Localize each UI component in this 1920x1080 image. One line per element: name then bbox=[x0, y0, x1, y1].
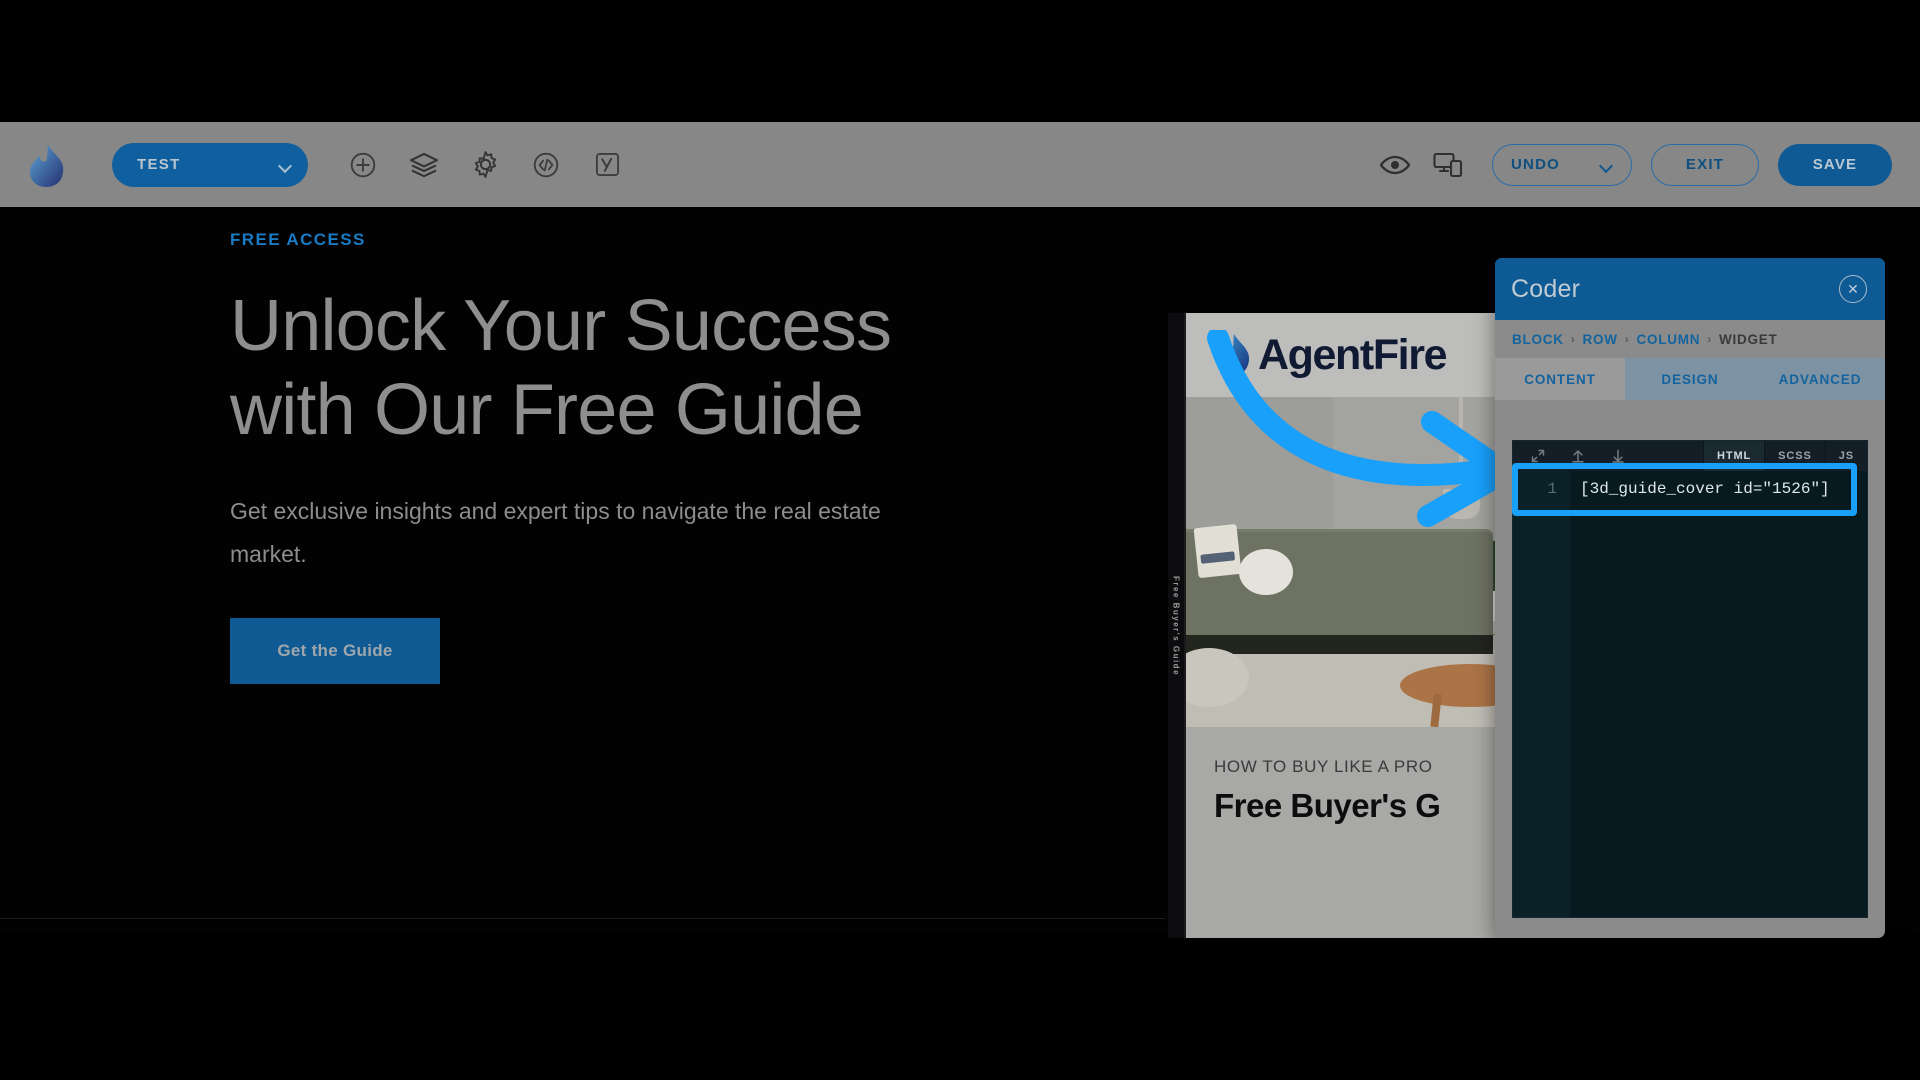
arrow-up-icon[interactable] bbox=[1571, 449, 1585, 463]
breadcrumb: BLOCK › ROW › COLUMN › WIDGET bbox=[1495, 320, 1885, 358]
layers-icon[interactable] bbox=[409, 150, 439, 180]
editor-toolbar: TEST UNDO EXIT SAVE bbox=[0, 122, 1920, 207]
book-brand-name: AgentFire bbox=[1258, 330, 1447, 379]
book-kicker: HOW TO BUY LIKE A PRO bbox=[1214, 757, 1433, 776]
code-editor-body[interactable]: 1 [3d_guide_cover id="1526"] bbox=[1513, 471, 1867, 917]
book-cover-photo bbox=[1186, 397, 1520, 727]
agentfire-logo[interactable] bbox=[27, 143, 67, 187]
tab-advanced[interactable]: ADVANCED bbox=[1755, 358, 1885, 400]
site-selector-dropdown[interactable]: TEST bbox=[112, 142, 308, 187]
hero-heading-line-2: with Our Free Guide bbox=[230, 370, 864, 451]
hero-body-text: Get exclusive insights and expert tips t… bbox=[230, 498, 881, 568]
code-line[interactable]: [3d_guide_cover id="1526"] bbox=[1570, 471, 1867, 917]
book-spine: Free Buyer's Guide bbox=[1168, 313, 1186, 938]
book-footer-text: HOW TO BUY LIKE A PRO Free Buyer's G bbox=[1186, 727, 1520, 825]
save-button[interactable]: SAVE bbox=[1778, 143, 1892, 186]
site-selector-label: TEST bbox=[137, 156, 181, 173]
undo-label: UNDO bbox=[1511, 156, 1560, 173]
code-editor[interactable]: HTML SCSS JS 1 [3d_guide_cover id="1526"… bbox=[1512, 440, 1868, 918]
lang-tab-html[interactable]: HTML bbox=[1703, 441, 1765, 471]
chevron-down-icon[interactable] bbox=[1600, 161, 1613, 169]
section-divider bbox=[0, 918, 1165, 919]
breadcrumb-item-column[interactable]: COLUMN bbox=[1637, 332, 1701, 347]
breadcrumb-item-block[interactable]: BLOCK bbox=[1512, 332, 1564, 347]
chevron-down-icon bbox=[279, 161, 292, 169]
code-icon[interactable] bbox=[531, 150, 561, 180]
preview-eye-icon[interactable] bbox=[1378, 150, 1412, 180]
toolbar-right-group: UNDO EXIT SAVE bbox=[1378, 143, 1892, 186]
coder-panel[interactable]: Coder ✕ BLOCK › ROW › COLUMN › WIDGET CO… bbox=[1495, 258, 1885, 938]
tab-design[interactable]: DESIGN bbox=[1625, 358, 1755, 400]
breadcrumb-separator: › bbox=[1570, 332, 1576, 346]
yoast-seo-icon[interactable] bbox=[592, 150, 622, 180]
guide-cover-preview[interactable]: Free Buyer's Guide AgentFire HOW TO BUY … bbox=[1168, 313, 1520, 938]
code-editor-tools bbox=[1513, 449, 1703, 463]
lang-tab-js[interactable]: JS bbox=[1824, 441, 1867, 471]
tab-content[interactable]: CONTENT bbox=[1495, 358, 1625, 400]
agentfire-flame-icon bbox=[1214, 333, 1252, 377]
add-icon[interactable] bbox=[348, 150, 378, 180]
close-icon[interactable]: ✕ bbox=[1839, 275, 1867, 303]
page-title: Unlock Your Success with Our Free Guide bbox=[230, 284, 1070, 452]
hero-section: FREE ACCESS Unlock Your Success with Our… bbox=[230, 230, 1070, 684]
book-front-face: AgentFire HOW TO BUY LIKE A PRO Free Buy… bbox=[1186, 313, 1520, 938]
book-brand-header: AgentFire bbox=[1186, 313, 1520, 397]
get-the-guide-button[interactable]: Get the Guide bbox=[230, 617, 440, 684]
breadcrumb-item-widget: WIDGET bbox=[1719, 331, 1778, 347]
exit-button[interactable]: EXIT bbox=[1651, 143, 1759, 186]
breadcrumb-item-row[interactable]: ROW bbox=[1583, 332, 1618, 347]
coder-tabs: CONTENT DESIGN ADVANCED bbox=[1495, 358, 1885, 400]
book-title: Free Buyer's G bbox=[1214, 787, 1441, 824]
coder-panel-header: Coder ✕ bbox=[1495, 258, 1885, 320]
undo-button[interactable]: UNDO bbox=[1492, 143, 1632, 186]
screen: FREE ACCESS Unlock Your Success with Our… bbox=[0, 0, 1920, 1080]
expand-arrows-icon[interactable] bbox=[1531, 449, 1545, 463]
lang-tab-scss[interactable]: SCSS bbox=[1764, 441, 1825, 471]
hero-eyebrow: FREE ACCESS bbox=[230, 230, 366, 249]
toolbar-icon-group bbox=[348, 150, 622, 180]
book-spine-text: Free Buyer's Guide bbox=[1171, 575, 1181, 676]
hero-heading-line-1: Unlock Your Success bbox=[230, 286, 892, 366]
breadcrumb-separator: › bbox=[1624, 332, 1630, 346]
coder-panel-title: Coder bbox=[1511, 274, 1581, 303]
code-language-tabs: HTML SCSS JS bbox=[1703, 441, 1867, 471]
breadcrumb-separator: › bbox=[1707, 332, 1712, 346]
code-editor-toolbar: HTML SCSS JS bbox=[1513, 441, 1867, 471]
settings-gear-icon[interactable] bbox=[470, 150, 500, 180]
responsive-device-icon[interactable] bbox=[1431, 150, 1465, 180]
line-number-gutter: 1 bbox=[1513, 471, 1570, 917]
arrow-down-icon[interactable] bbox=[1611, 449, 1625, 463]
